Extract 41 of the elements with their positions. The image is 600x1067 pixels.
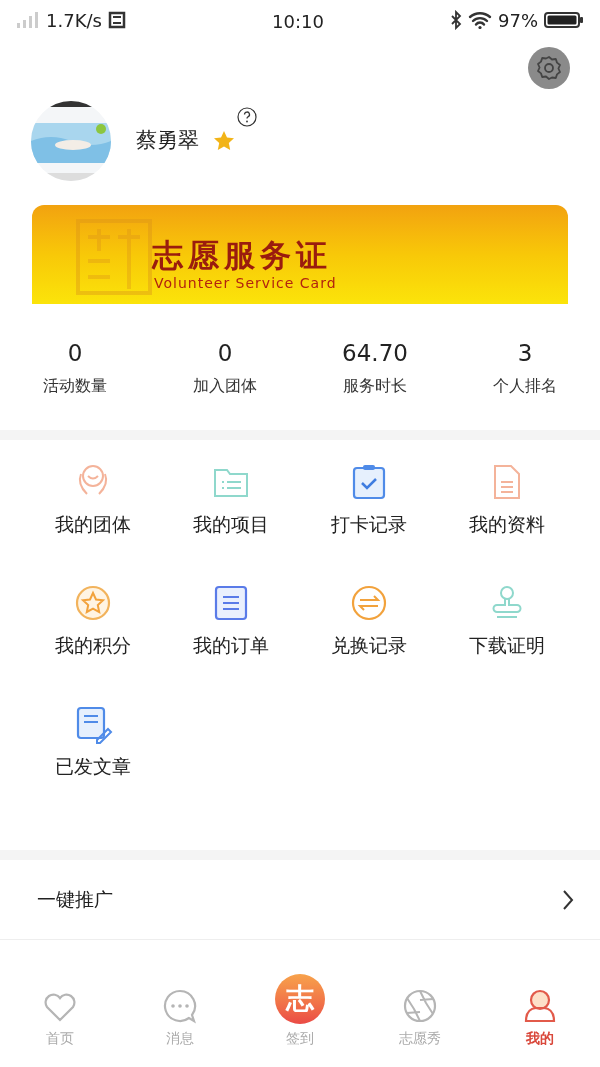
star-badge-icon [73, 583, 113, 623]
chevron-right-icon [562, 888, 574, 911]
menu-grid-item[interactable]: 打卡记录 [300, 462, 438, 554]
card-title: 志愿服务证 [152, 237, 333, 273]
settings-icon [535, 54, 563, 82]
tab-item[interactable]: 我的 [480, 975, 600, 1067]
menu-grid-item[interactable]: 我的资料 [438, 462, 576, 554]
stat-label: 个人排名 [493, 375, 557, 398]
menu-grid-item[interactable]: 兑换记录 [300, 583, 438, 675]
wifi-icon [468, 11, 492, 29]
stat-value: 3 [517, 338, 533, 368]
network-speed: 1.7K/s [46, 8, 102, 33]
exchange-icon [349, 583, 389, 623]
menu-row[interactable]: 一键推广 [0, 860, 600, 940]
stat-value: 0 [217, 338, 233, 368]
logo-badge: 志 [275, 974, 325, 1024]
stat-value: 64.70 [342, 338, 408, 368]
stat-value: 0 [67, 338, 83, 368]
menu-grid-item[interactable]: 已发文章 [24, 704, 162, 796]
star-icon [213, 130, 235, 152]
battery-icon [544, 11, 584, 29]
stat-label: 活动数量 [43, 375, 107, 398]
aperture-icon [402, 988, 438, 1024]
clock: 10:10 [272, 10, 324, 34]
menu-grid-item[interactable]: 我的团体 [24, 462, 162, 554]
user-name: 蔡勇翠 [136, 127, 199, 155]
menu-grid-item[interactable]: 我的项目 [162, 462, 300, 554]
person-icon [522, 988, 558, 1024]
menu-grid-item[interactable]: 我的订单 [162, 583, 300, 675]
settings-button[interactable] [528, 47, 570, 89]
menu-grid-item[interactable]: 下载证明 [438, 583, 576, 675]
notification-icon [107, 11, 126, 29]
stat-label: 加入团体 [193, 375, 257, 398]
battery-percent: 97% [498, 8, 538, 33]
card-subtitle: Volunteer Service Card [154, 274, 338, 293]
bluetooth-icon [450, 10, 462, 30]
stat-label: 服务时长 [343, 375, 407, 398]
help-icon [237, 107, 257, 127]
chat-icon [162, 988, 198, 1024]
menu-grid-item[interactable]: 我的积分 [24, 583, 162, 675]
signal-icon [16, 11, 40, 29]
